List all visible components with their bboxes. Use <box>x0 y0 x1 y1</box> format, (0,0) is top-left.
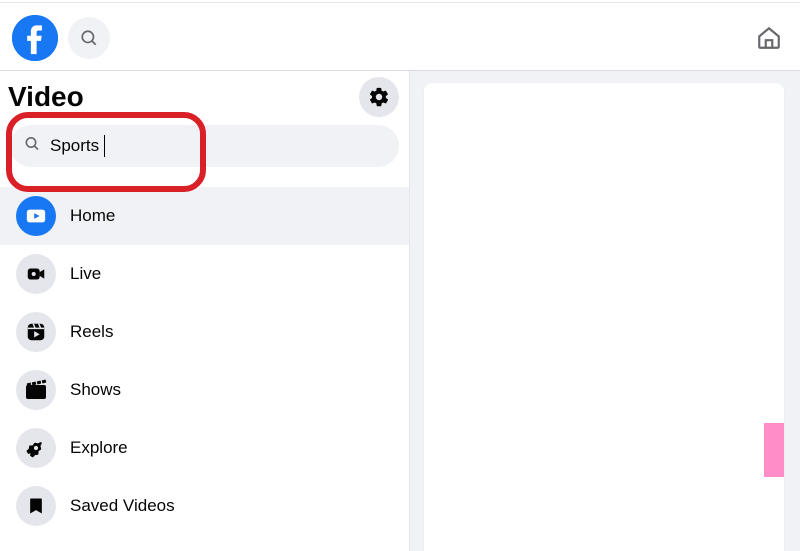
home-icon <box>756 25 782 51</box>
global-search-button[interactable] <box>68 17 110 59</box>
pink-accent <box>764 423 784 477</box>
text-cursor <box>104 135 105 157</box>
live-icon <box>16 254 56 294</box>
nav-label: Shows <box>70 380 121 400</box>
main-content <box>410 71 800 551</box>
content-card <box>424 83 784 551</box>
video-search-input[interactable] <box>10 125 399 167</box>
gear-icon <box>368 86 390 108</box>
reels-icon <box>16 312 56 352</box>
search-icon <box>24 136 40 157</box>
settings-button[interactable] <box>359 77 399 117</box>
nav-item-home[interactable]: Home <box>0 187 409 245</box>
video-home-icon <box>16 196 56 236</box>
shows-icon <box>16 370 56 410</box>
nav-label: Live <box>70 264 101 284</box>
facebook-f-icon <box>12 15 58 61</box>
home-nav-button[interactable] <box>748 17 790 59</box>
nav-item-explore[interactable]: Explore <box>6 419 403 477</box>
nav-label: Reels <box>70 322 113 342</box>
facebook-logo[interactable] <box>12 15 58 61</box>
nav-item-saved-videos[interactable]: Saved Videos <box>6 477 403 535</box>
bookmark-icon <box>16 486 56 526</box>
video-search-wrap <box>10 125 399 167</box>
video-sidebar: Video Home <box>0 71 410 551</box>
global-header <box>0 10 800 66</box>
search-icon <box>80 29 98 47</box>
video-header: Video <box>0 71 409 117</box>
nav-item-live[interactable]: Live <box>6 245 403 303</box>
nav-label: Home <box>70 206 115 226</box>
top-divider <box>0 2 800 3</box>
page-title: Video <box>8 81 84 113</box>
nav-label: Saved Videos <box>70 496 175 516</box>
nav-item-reels[interactable]: Reels <box>6 303 403 361</box>
nav-label: Explore <box>70 438 128 458</box>
explore-icon <box>16 428 56 468</box>
video-nav-list: Home Live Reel <box>0 187 409 535</box>
nav-item-shows[interactable]: Shows <box>6 361 403 419</box>
